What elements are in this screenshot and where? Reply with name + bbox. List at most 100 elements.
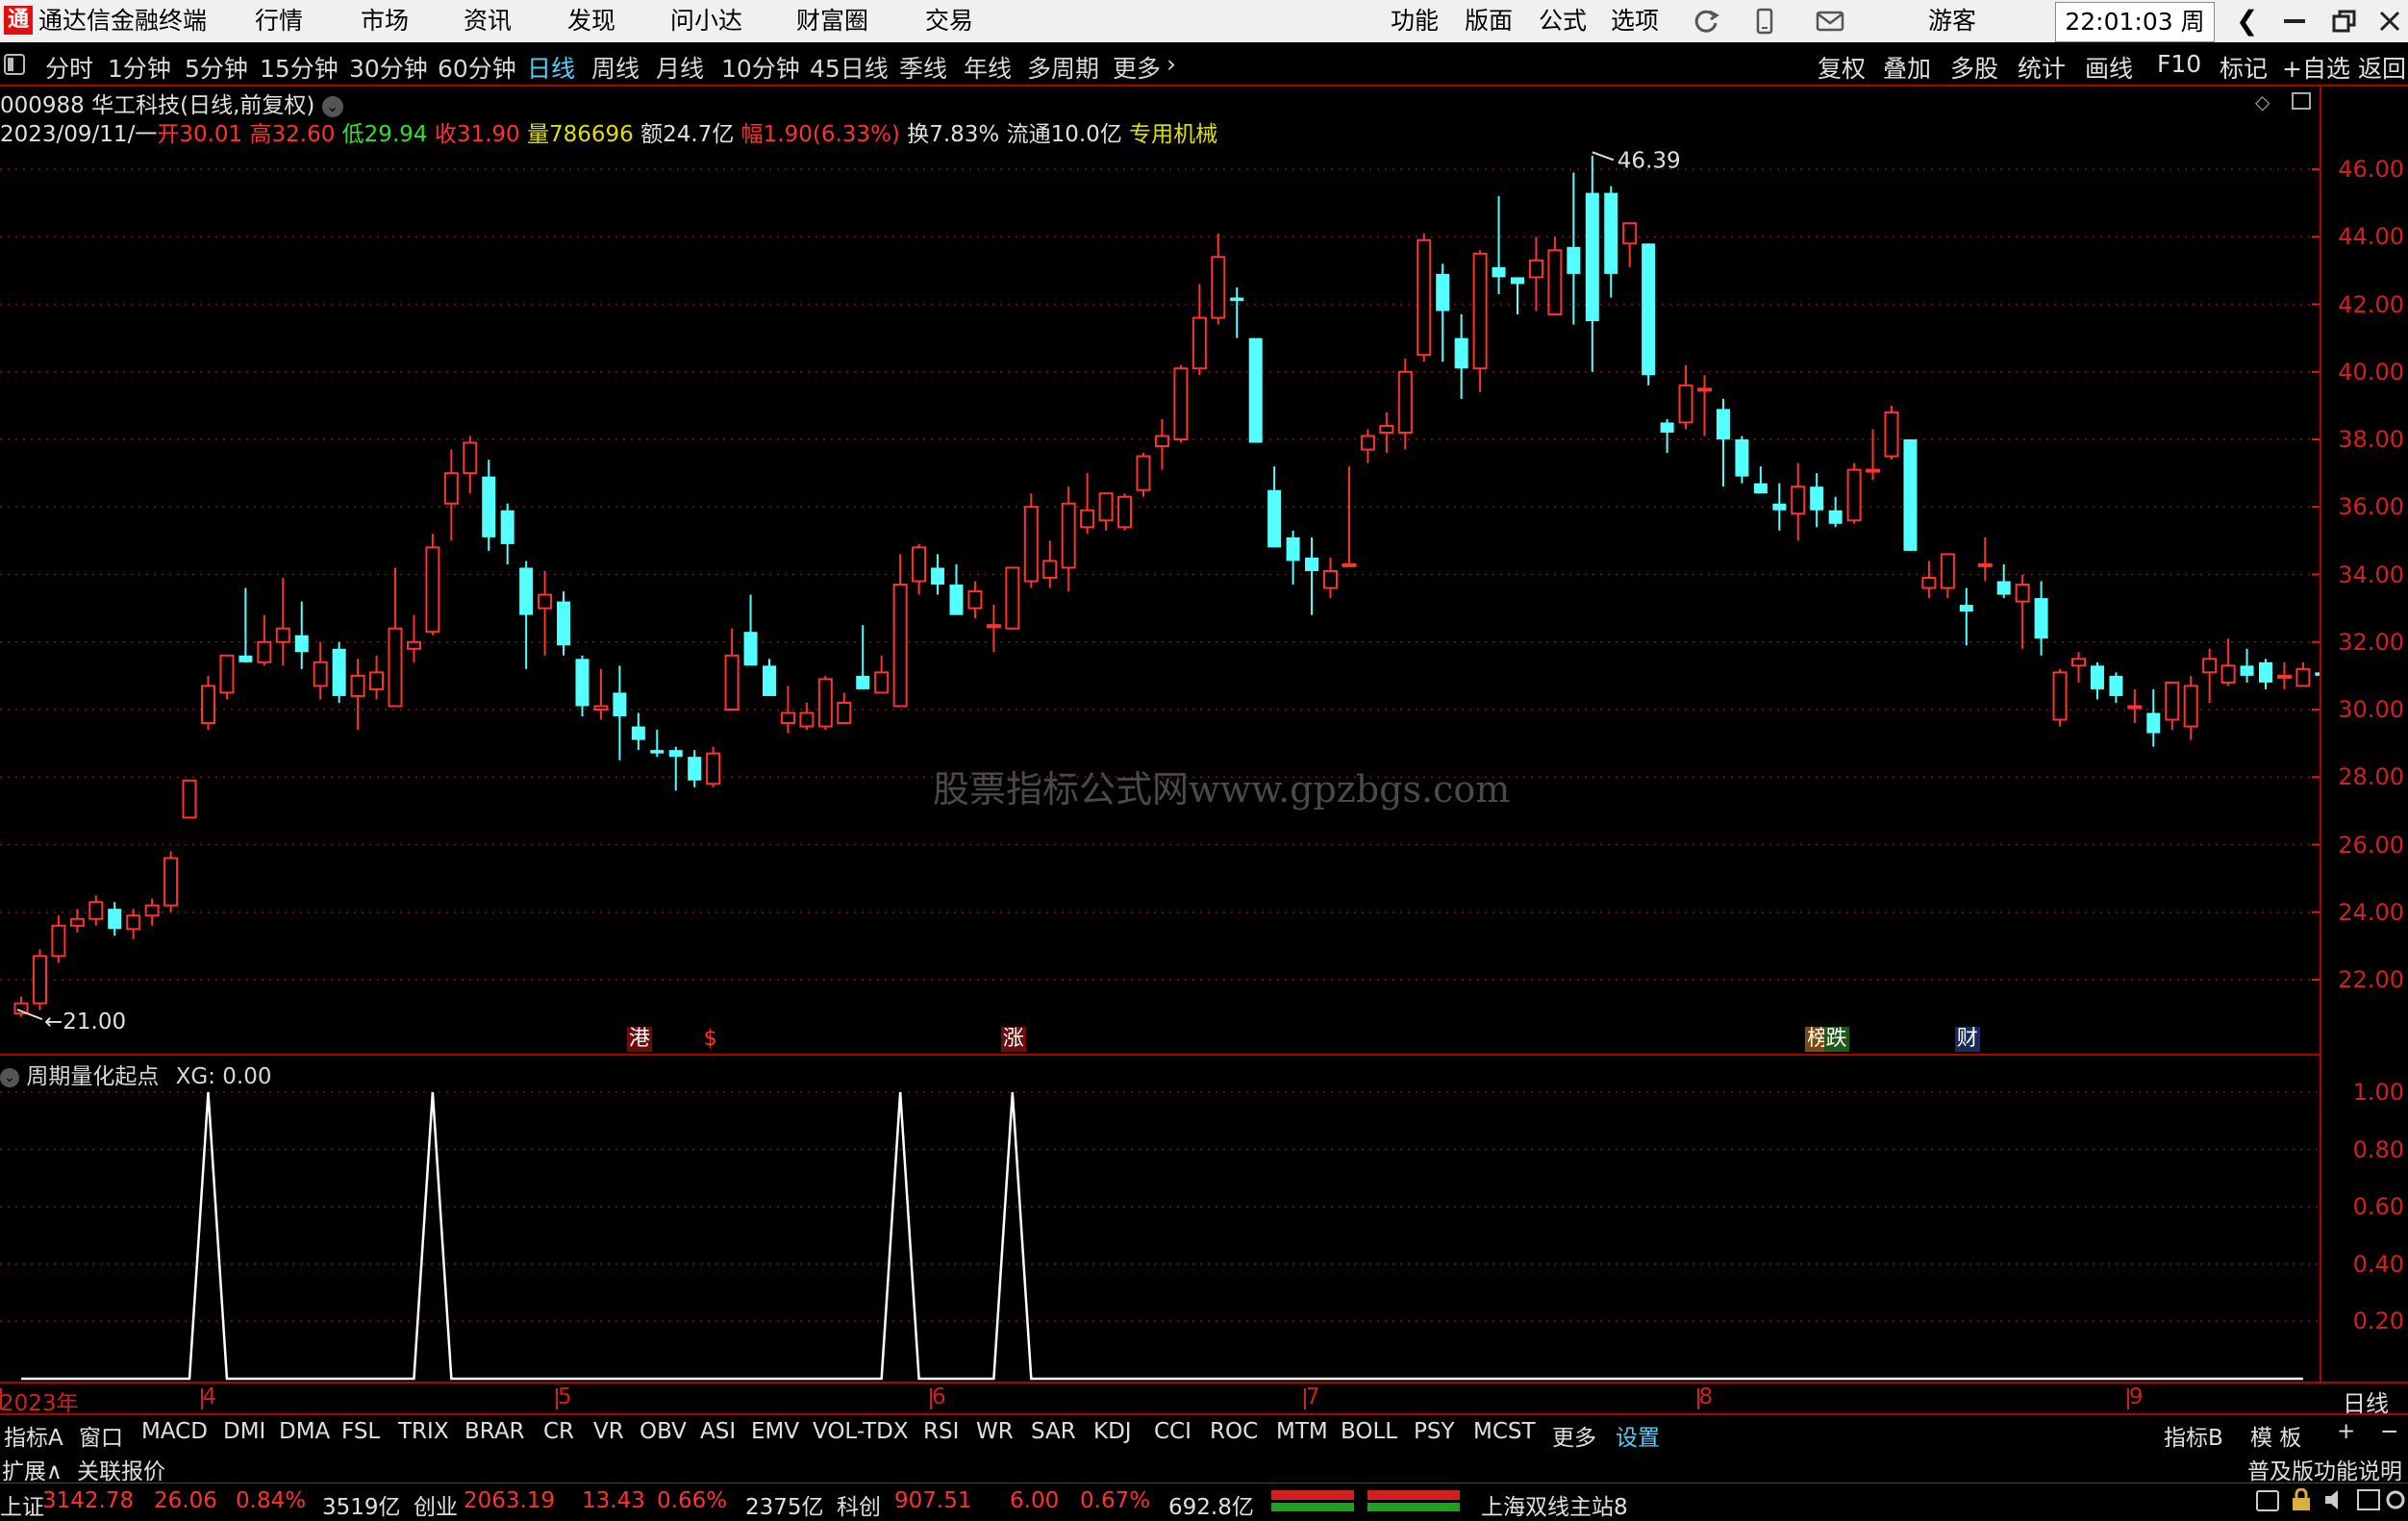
period-tab[interactable]: 多周期 [1027, 50, 1099, 85]
indicator-tab[interactable]: EMV [751, 1419, 799, 1444]
cy-index-label[interactable]: 创业 [414, 1488, 458, 1521]
speaker-icon[interactable] [2322, 1488, 2347, 1511]
menu-item[interactable]: 市场 [361, 6, 409, 37]
network-icon[interactable] [2356, 1488, 2381, 1511]
menu-item[interactable]: 资讯 [464, 6, 512, 37]
indicator-tab[interactable]: DMA [279, 1419, 330, 1444]
indicator-tab[interactable]: MACD [141, 1419, 208, 1444]
period-tab[interactable]: 月线 [656, 50, 704, 85]
period-tab[interactable]: 周线 [591, 50, 640, 85]
sector-label[interactable]: 专用机械 [1129, 122, 1217, 147]
period-tab[interactable]: 5分钟 [185, 50, 248, 85]
tool-button[interactable]: 复权 [1818, 50, 1866, 85]
menu-item[interactable]: 交易 [925, 6, 973, 37]
indicator-tab[interactable]: BRAR [464, 1419, 525, 1444]
indicator-tab[interactable]: VR [593, 1419, 624, 1444]
indicator-tab[interactable]: MTM [1276, 1419, 1328, 1444]
tool-button[interactable]: F10 [2157, 50, 2201, 78]
minimize-icon[interactable] [2284, 19, 2305, 25]
tool-button[interactable]: 统计 [2018, 50, 2066, 85]
indicator-tab[interactable]: PSY [1414, 1419, 1455, 1444]
lock-icon[interactable] [2289, 1488, 2314, 1511]
period-tab[interactable]: 10分钟 [721, 50, 800, 85]
settings-icon[interactable] [2385, 1488, 2406, 1511]
period-tab[interactable]: 60分钟 [438, 50, 516, 85]
chevron-right-icon[interactable]: › [1166, 50, 1176, 78]
feature-info-link[interactable]: 普及版功能说明 [2247, 1453, 2402, 1485]
kc-index-label[interactable]: 科创 [837, 1488, 881, 1521]
mail-icon[interactable] [1816, 10, 1844, 33]
tool-button[interactable]: +自选 [2282, 50, 2350, 85]
menu-item[interactable]: 版面 [1465, 6, 1513, 37]
phone-icon[interactable] [1753, 8, 1776, 35]
refresh-icon[interactable] [1693, 8, 1721, 35]
period-tab[interactable]: 15分钟 [260, 50, 339, 85]
indicator-tab[interactable]: 指标A [4, 1419, 63, 1452]
event-badge[interactable]: $ [701, 1027, 719, 1052]
indicator-chart[interactable] [0, 1056, 2320, 1383]
event-badge[interactable]: 财 [1954, 1027, 1980, 1052]
back-icon[interactable]: ❮ [2236, 6, 2258, 37]
zoom-out-button[interactable]: − [2380, 1419, 2398, 1444]
period-tab[interactable]: 季线 [899, 50, 947, 85]
menu-item[interactable]: 发现 [567, 6, 615, 37]
tool-button[interactable]: 叠加 [1883, 50, 1931, 85]
expand-button[interactable]: 扩展∧ [2, 1453, 63, 1485]
indicator-tab[interactable]: DMI [223, 1419, 265, 1444]
menu-item[interactable]: 选项 [1611, 6, 1659, 37]
period-tab[interactable]: 分时 [45, 50, 93, 85]
indicator-tab[interactable]: KDJ [1093, 1419, 1132, 1444]
server-name[interactable]: 上海双线主站8 [1481, 1488, 1628, 1521]
indicator-tab[interactable]: WR [976, 1419, 1014, 1444]
indicator-tab[interactable]: CCI [1154, 1419, 1191, 1444]
indicator-tab[interactable]: TRIX [398, 1419, 449, 1444]
event-badge[interactable]: 涨 [1000, 1027, 1026, 1052]
indicator-tab[interactable]: SAR [1031, 1419, 1076, 1444]
tool-button[interactable]: 返回 [2358, 50, 2406, 85]
period-tab[interactable]: 年线 [964, 50, 1012, 85]
period-tab[interactable]: 更多 [1113, 50, 1161, 85]
indicator-tab[interactable]: ROC [1210, 1419, 1258, 1444]
indicator-tab[interactable]: BOLL [1341, 1419, 1397, 1444]
zoom-in-button[interactable]: + [2337, 1419, 2355, 1444]
indicator-tab-settings[interactable]: 设置 [1616, 1419, 1660, 1452]
event-badge[interactable]: 港 [626, 1027, 652, 1052]
diamond-icon[interactable]: ◇ [2255, 90, 2270, 113]
tool-button[interactable]: 标记 [2220, 50, 2268, 85]
tool-button[interactable]: 多股 [1950, 50, 1998, 85]
indicator-tab[interactable]: VOL-TDX [813, 1419, 909, 1444]
panel-icon[interactable] [2292, 92, 2311, 110]
indicator-tab[interactable]: CR [543, 1419, 574, 1444]
calculator-icon[interactable] [2255, 1490, 2280, 1511]
indicator-b-tab[interactable]: 指标B [2164, 1419, 2223, 1452]
close-icon[interactable] [2378, 10, 2401, 33]
period-tab[interactable]: 1分钟 [108, 50, 171, 85]
user-label[interactable]: 游客 [1928, 6, 1976, 37]
indicator-tab[interactable]: 窗口 [79, 1419, 123, 1452]
sh-index-label[interactable]: 上证 [0, 1488, 44, 1521]
period-tab[interactable]: 45日线 [810, 50, 889, 85]
period-tab-active[interactable]: 日线 [527, 50, 575, 85]
candlestick-chart[interactable]: 46.39 ←21.00 [0, 85, 2320, 1054]
market-breadth-icon[interactable] [1366, 1488, 1462, 1513]
indicator-tab[interactable]: MCST [1473, 1419, 1536, 1444]
panel-toggle-icon[interactable] [4, 54, 25, 75]
chevron-down-icon[interactable]: ⌄ [321, 95, 343, 117]
menu-item[interactable]: 公式 [1539, 6, 1587, 37]
indicator-tab[interactable]: FSL [341, 1419, 380, 1444]
period-tab[interactable]: 30分钟 [349, 50, 428, 85]
template-tab[interactable]: 模 板 [2250, 1419, 2301, 1452]
tool-button[interactable]: 画线 [2085, 50, 2133, 85]
related-quote-button[interactable]: 关联报价 [77, 1453, 165, 1485]
indicator-tab[interactable]: ASI [700, 1419, 736, 1444]
market-breadth-icon[interactable] [1269, 1488, 1356, 1513]
menu-item[interactable]: 功能 [1391, 6, 1439, 37]
event-badge[interactable]: 跌 [1823, 1027, 1849, 1052]
indicator-tab[interactable]: 更多 [1552, 1419, 1596, 1452]
menu-item[interactable]: 财富圈 [796, 6, 868, 37]
menu-item[interactable]: 行情 [255, 6, 303, 37]
menu-item[interactable]: 问小达 [670, 6, 742, 37]
indicator-tab[interactable]: OBV [640, 1419, 687, 1444]
restore-icon[interactable] [2332, 10, 2357, 33]
indicator-tab[interactable]: RSI [923, 1419, 959, 1444]
